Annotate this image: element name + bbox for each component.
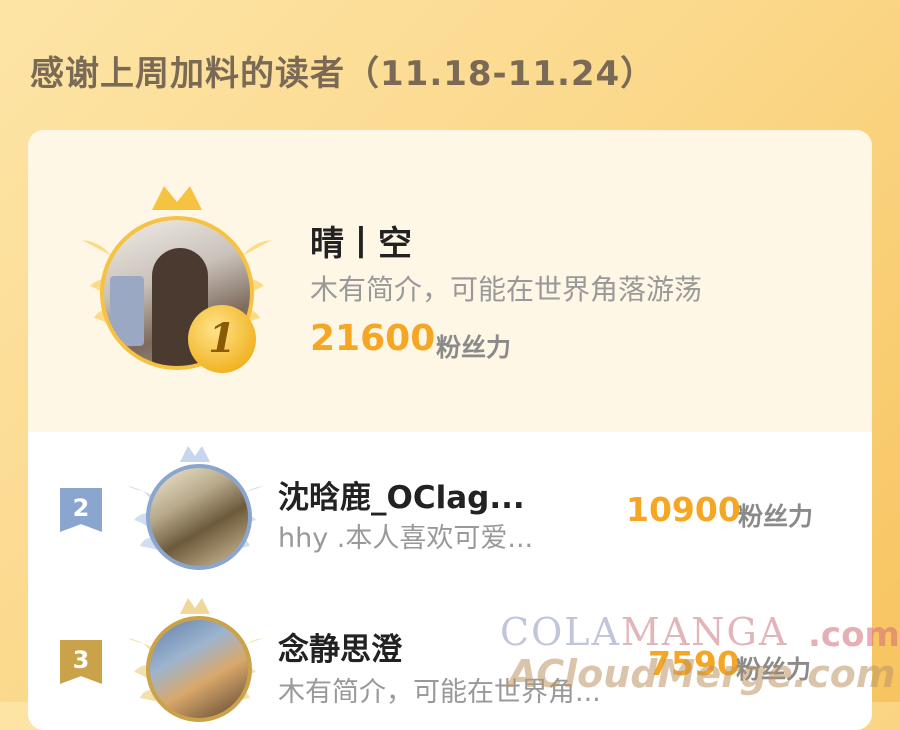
rank-badge: 3 <box>60 640 102 684</box>
avatar[interactable] <box>146 616 252 722</box>
watermark-text: ACloudMerge.com <box>508 652 896 696</box>
reader-name: 沈晗鹿_OClag... <box>278 480 525 516</box>
fan-power-score: 10900 <box>626 490 741 529</box>
fan-power-score: 21600 <box>310 318 436 359</box>
avatar[interactable] <box>146 464 252 570</box>
watermark-text: .com <box>808 615 900 655</box>
page-title: 感谢上周加料的读者（11.18-11.24） <box>30 54 656 94</box>
fan-power-unit: 粉丝力 <box>738 502 814 531</box>
reader-bio: 木有简介，可能在世界角落游荡 <box>310 273 703 306</box>
top-reader-panel[interactable]: 1 晴丨空 木有简介，可能在世界角落游荡 21600 粉丝力 <box>28 130 872 432</box>
reader-bio: hhy .本人喜欢可爱... <box>278 523 534 554</box>
list-item[interactable]: 2 沈晗鹿_OClag... hhy .本人喜欢可爱... 10900 粉丝力 <box>28 432 872 582</box>
rank-badge: 2 <box>60 488 102 532</box>
reader-name: 晴丨空 <box>310 224 412 264</box>
rank-1-medal-icon: 1 <box>188 305 256 373</box>
fan-power-unit: 粉丝力 <box>436 333 512 362</box>
watermark-text: COLAMANGA <box>500 610 789 654</box>
reader-name: 念静思澄 <box>278 632 402 668</box>
